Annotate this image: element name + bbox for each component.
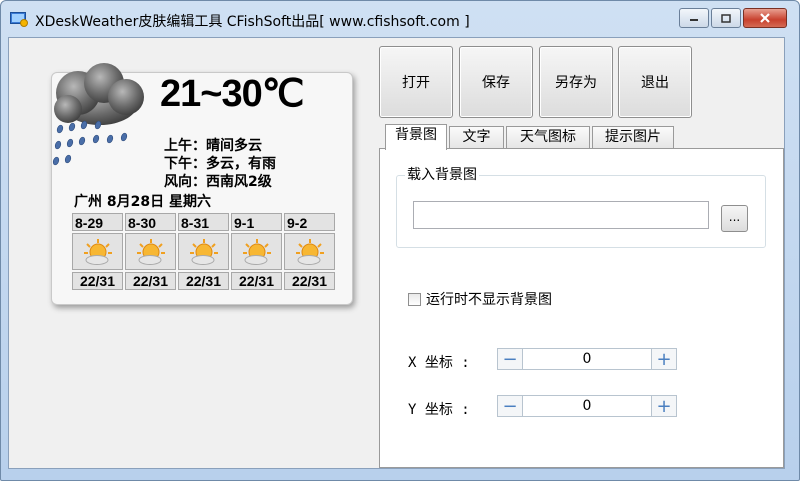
title-bar[interactable]: XDeskWeather皮肤编辑工具 CFishSoft出品[ www.cfis…	[1, 1, 799, 37]
hide-background-label: 运行时不显示背景图	[426, 292, 552, 308]
save-as-button[interactable]: 另存为	[539, 46, 613, 118]
exit-button[interactable]: 退出	[618, 46, 692, 118]
close-button[interactable]	[743, 8, 787, 28]
sun-cloud-icon	[72, 233, 123, 270]
x-coordinate-label: X 坐标 :	[408, 355, 470, 371]
browse-button[interactable]: ...	[721, 205, 748, 232]
forecast-date: 8-31	[178, 213, 229, 231]
forecast-day: 8-31 22/31	[178, 213, 229, 290]
forecast-temp: 22/31	[284, 272, 335, 290]
afternoon-weather: 下午：多云，有雨	[164, 156, 276, 172]
y-decrement-button[interactable]: −	[498, 396, 522, 417]
minimize-button[interactable]	[679, 8, 709, 28]
x-coordinate-stepper[interactable]: − 0 +	[497, 348, 677, 370]
open-button[interactable]: 打开	[379, 46, 453, 118]
morning-weather: 上午：晴间多云	[164, 138, 262, 154]
hide-background-checkbox-row[interactable]: 运行时不显示背景图	[408, 289, 552, 309]
forecast-strip: 8-29 22/31 8-30 22/31 8-31 22/31 9-1 22/…	[72, 213, 337, 290]
group-title: 载入背景图	[405, 164, 479, 184]
background-path-input[interactable]	[413, 201, 709, 229]
forecast-day: 8-29 22/31	[72, 213, 123, 290]
rain-cloud-icon	[52, 63, 144, 166]
save-button[interactable]: 保存	[459, 46, 533, 118]
sun-cloud-icon	[284, 233, 335, 270]
y-coordinate-label: Y 坐标 :	[408, 402, 470, 418]
sun-cloud-icon	[178, 233, 229, 270]
tab-weather-icon[interactable]: 天气图标	[506, 126, 590, 148]
y-coordinate-value[interactable]: 0	[522, 396, 652, 416]
caption-buttons	[677, 8, 787, 30]
y-increment-button[interactable]: +	[652, 396, 676, 417]
sun-cloud-icon	[231, 233, 282, 270]
wind-info: 风向：西南风2级	[164, 174, 272, 190]
x-increment-button[interactable]: +	[652, 349, 676, 370]
weather-preview: 21~30℃ 上午：晴间多云 下午：多云，有雨 风向：西南风2级 广州 8月28…	[51, 63, 353, 305]
forecast-temp: 22/31	[125, 272, 176, 290]
x-decrement-button[interactable]: −	[498, 349, 522, 370]
app-icon	[10, 12, 28, 27]
sun-cloud-icon	[125, 233, 176, 270]
forecast-date: 8-29	[72, 213, 123, 231]
tab-tip-image[interactable]: 提示图片	[592, 126, 674, 148]
forecast-temp: 22/31	[72, 272, 123, 290]
load-background-group: 载入背景图 ...	[396, 164, 766, 248]
client-area: 21~30℃ 上午：晴间多云 下午：多云，有雨 风向：西南风2级 广州 8月28…	[8, 37, 785, 469]
forecast-date: 8-30	[125, 213, 176, 231]
tab-text[interactable]: 文字	[449, 126, 504, 148]
tab-panel-background: 载入背景图 ... 运行时不显示背景图 X 坐标 : − 0 + Y 坐标 : …	[379, 148, 784, 468]
hide-background-checkbox[interactable]	[408, 292, 421, 306]
city-date: 广州 8月28日 星期六	[74, 194, 211, 210]
tab-background[interactable]: 背景图	[385, 124, 447, 150]
forecast-day: 9-2 22/31	[284, 213, 335, 290]
forecast-day: 8-30 22/31	[125, 213, 176, 290]
app-window: XDeskWeather皮肤编辑工具 CFishSoft出品[ www.cfis…	[0, 0, 800, 481]
forecast-date: 9-1	[231, 213, 282, 231]
temperature-range: 21~30℃	[160, 73, 304, 115]
y-coordinate-stepper[interactable]: − 0 +	[497, 395, 677, 417]
forecast-temp: 22/31	[231, 272, 282, 290]
forecast-day: 9-1 22/31	[231, 213, 282, 290]
minimize-icon	[690, 19, 698, 21]
forecast-temp: 22/31	[178, 272, 229, 290]
maximize-icon	[721, 13, 731, 23]
x-coordinate-value[interactable]: 0	[522, 349, 652, 369]
window-title: XDeskWeather皮肤编辑工具 CFishSoft出品[ www.cfis…	[35, 14, 470, 30]
maximize-button[interactable]	[711, 8, 741, 28]
close-icon	[760, 13, 770, 23]
forecast-date: 9-2	[284, 213, 335, 231]
